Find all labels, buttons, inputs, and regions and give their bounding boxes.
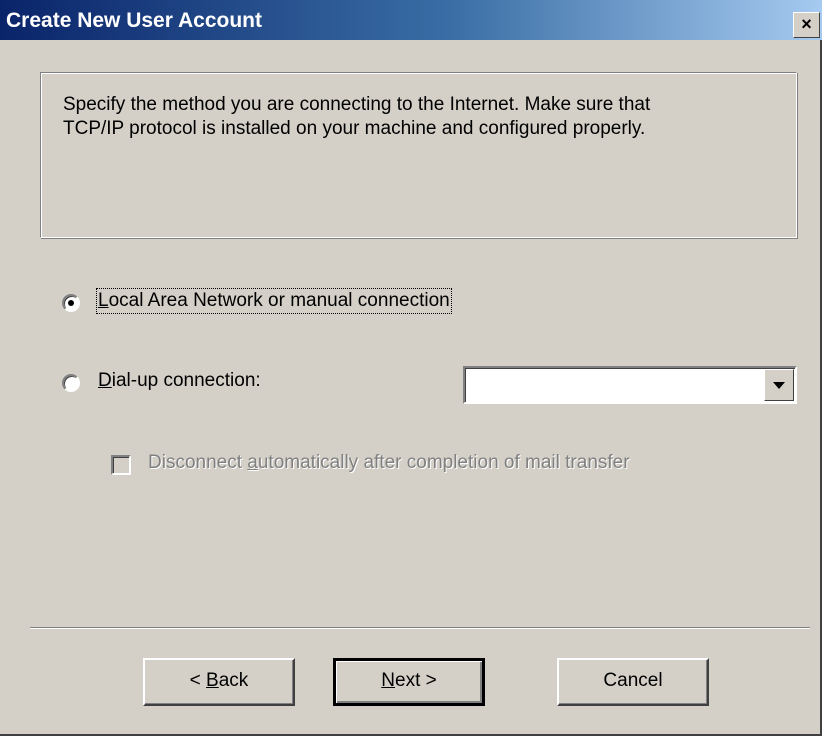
chevron-down-icon [773, 382, 785, 389]
info-panel: Specify the method you are connecting to… [40, 72, 797, 238]
disconnect-checkbox-label: Disconnect automatically after completio… [148, 452, 630, 473]
radio-selected-dot [68, 300, 74, 306]
separator [30, 627, 810, 629]
close-icon: × [801, 14, 812, 34]
dialup-radio-label[interactable]: Dial-up connection: [98, 370, 261, 392]
window-title: Create New User Account [6, 9, 262, 32]
back-button[interactable]: < Back [143, 658, 295, 706]
info-text: Specify the method you are connecting to… [63, 93, 783, 141]
disconnect-checkbox[interactable] [111, 455, 131, 475]
dialup-connection-select[interactable] [463, 366, 797, 404]
dialup-radio[interactable] [62, 374, 80, 392]
next-button[interactable]: Next > [333, 658, 485, 706]
lan-label-rest: ocal Area Network or manual connection [108, 290, 450, 311]
info-line-1: Specify the method you are connecting to… [63, 94, 651, 115]
cancel-button[interactable]: Cancel [557, 658, 709, 706]
lan-radio[interactable] [62, 294, 80, 312]
lan-radio-label[interactable]: Local Area Network or manual connection [96, 288, 452, 314]
close-button[interactable]: × [793, 12, 820, 38]
title-bar: Create New User Account × [0, 0, 822, 40]
info-line-2: TCP/IP protocol is installed on your mac… [63, 118, 646, 139]
dropdown-button[interactable] [764, 369, 794, 401]
wizard-window: Create New User Account × Specify the me… [0, 0, 822, 736]
